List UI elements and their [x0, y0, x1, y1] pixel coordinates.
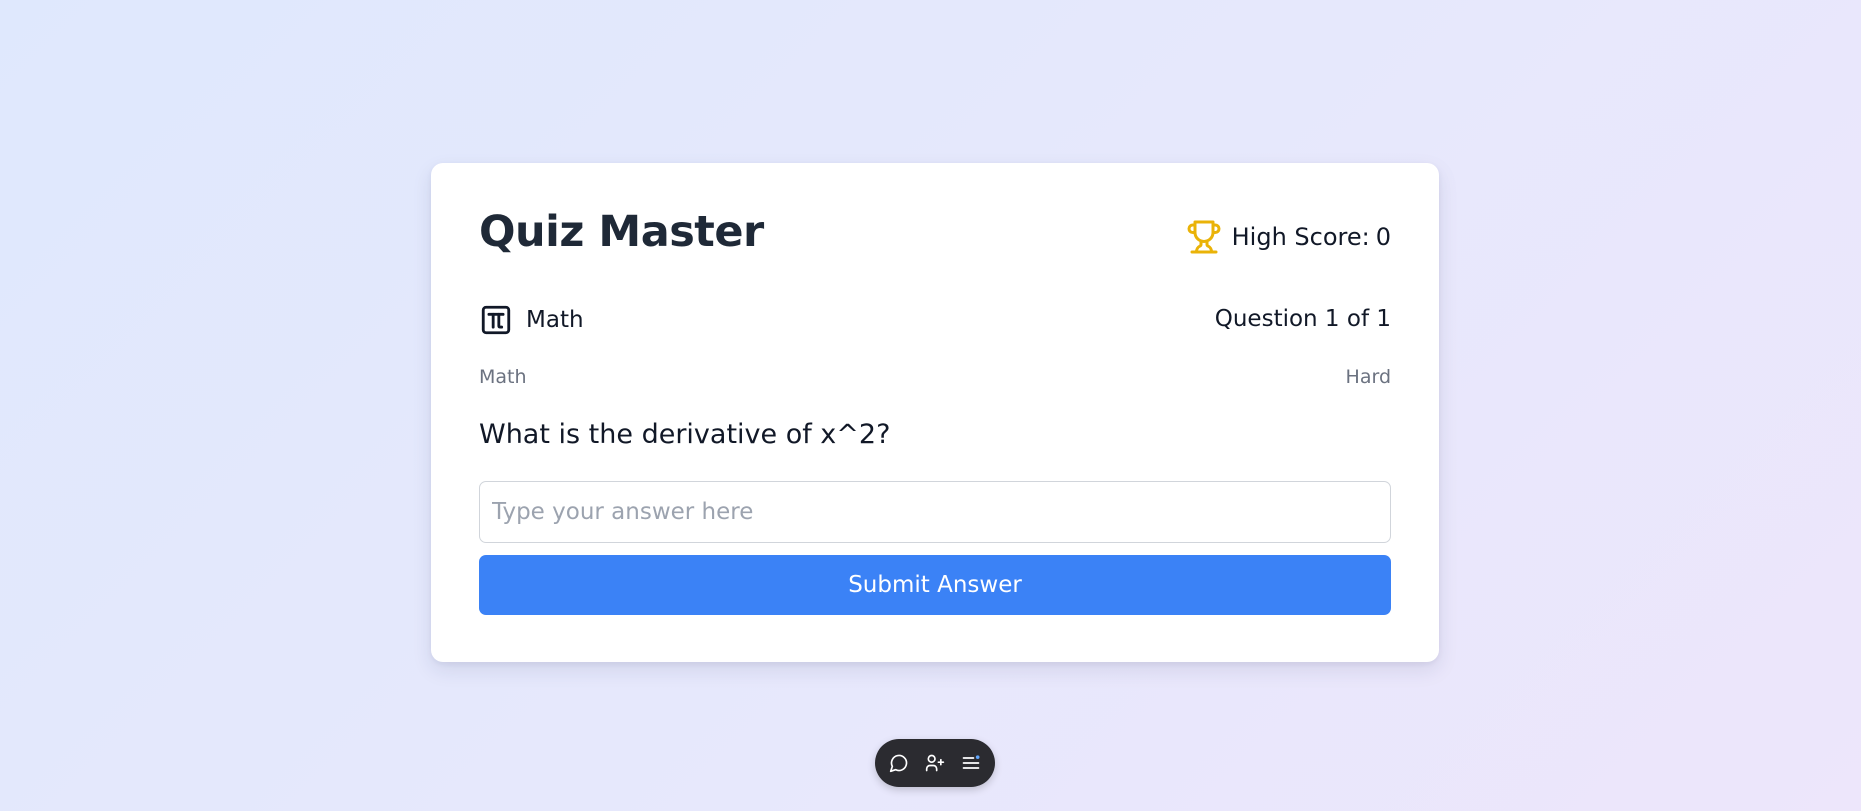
- high-score: High Score: 0: [1186, 219, 1391, 255]
- high-score-label: High Score:: [1231, 223, 1370, 251]
- high-score-text: High Score: 0: [1232, 225, 1391, 249]
- subject: Math: [479, 303, 584, 337]
- difficulty-label: Hard: [1345, 366, 1391, 388]
- subject-name: Math: [526, 307, 584, 333]
- high-score-value: 0: [1375, 223, 1391, 251]
- app-title: Quiz Master: [479, 207, 764, 257]
- pi-icon: [479, 303, 513, 337]
- quiz-card: Quiz Master High Score: 0 Math Question …: [431, 163, 1439, 662]
- add-user-icon[interactable]: [924, 752, 946, 774]
- menu-icon[interactable]: [960, 752, 982, 774]
- trophy-icon: [1186, 219, 1222, 255]
- floating-toolbar: [875, 739, 995, 787]
- question-progress: Question 1 of 1: [1214, 306, 1391, 332]
- answer-input[interactable]: [479, 481, 1391, 543]
- category-label: Math: [479, 366, 527, 388]
- chat-icon[interactable]: [888, 752, 910, 774]
- question-meta: Math Hard: [479, 366, 1391, 388]
- question-text: What is the derivative of x^2?: [479, 419, 891, 450]
- submit-answer-button[interactable]: Submit Answer: [479, 555, 1391, 615]
